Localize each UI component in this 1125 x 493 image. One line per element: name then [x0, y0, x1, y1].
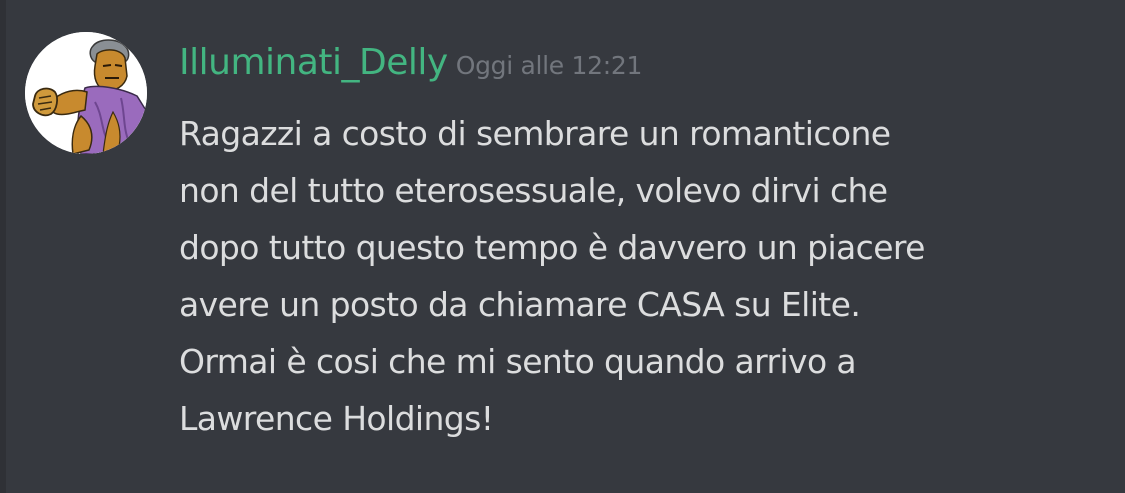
message-line: Ormai è cosi che mi sento quando arrivo … — [179, 342, 857, 381]
message-line: non del tutto eterosessuale, volevo dirv… — [179, 171, 888, 210]
chat-view: Illuminati_Delly Oggi alle 12:21 Ragazzi … — [0, 0, 1125, 493]
message-line: avere un posto da chiamare CASA su Elite… — [179, 285, 861, 324]
author-name[interactable]: Illuminati_Delly — [179, 42, 448, 83]
message-timestamp: Oggi alle 12:21 — [455, 51, 643, 80]
message-line: dopo tutto questo tempo è davvero un pia… — [179, 228, 925, 267]
avatar-illustration — [25, 32, 147, 154]
message-line: Lawrence Holdings! — [179, 399, 494, 438]
chat-message: Illuminati_Delly Oggi alle 12:21 Ragazzi … — [0, 0, 1125, 493]
message-content: Ragazzi a costo di sembrare un romantico… — [179, 105, 1079, 447]
message-header: Illuminati_Delly Oggi alle 12:21 — [179, 38, 642, 88]
message-line: Ragazzi a costo di sembrare un romantico… — [179, 114, 891, 153]
avatar-icon[interactable] — [25, 32, 147, 154]
